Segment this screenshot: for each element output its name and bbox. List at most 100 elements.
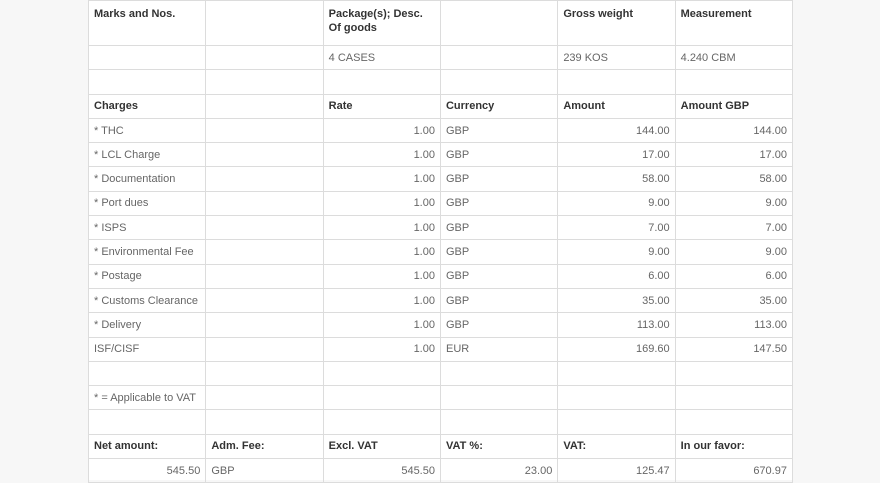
charge-amount: 9.00 (557, 239, 676, 265)
currency-header: Currency (439, 93, 559, 119)
charge-name: * THC (87, 117, 207, 144)
charge-amount: 6.00 (557, 263, 676, 289)
in-our-favor-value: 670.97 (674, 458, 793, 483)
empty-cell (205, 117, 324, 144)
charge-currency: GBP (439, 312, 559, 338)
charge-currency: GBP (439, 190, 559, 217)
measurement-header: Measurement (674, 0, 793, 46)
charge-rate: 1.00 (322, 263, 441, 289)
amount-gbp-header: Amount GBP (674, 93, 793, 119)
invoice-sheet: Marks and Nos. Package(s); Desc. Of good… (87, 0, 793, 483)
charge-name: * ISPS (87, 215, 207, 241)
vat-pct-header: VAT %: (439, 433, 559, 460)
measurement-value: 4.240 CBM (674, 44, 793, 71)
charge-name: * Documentation (87, 166, 207, 192)
empty-cell (205, 287, 324, 314)
charge-currency: GBP (439, 166, 559, 192)
empty-cell (205, 215, 324, 241)
table-row: * LCL Charge 1.00 GBP 17.00 17.00 (87, 142, 793, 168)
empty-cell (322, 360, 441, 387)
table-row: * Delivery 1.00 GBP 113.00 113.00 (87, 312, 793, 338)
empty-cell (674, 360, 793, 387)
charge-rate: 1.00 (322, 287, 441, 314)
spacer-row (87, 360, 793, 387)
empty-cell (439, 0, 559, 46)
empty-cell (439, 69, 559, 95)
rate-header: Rate (322, 93, 441, 119)
table-row: * Documentation 1.00 GBP 58.00 58.00 (87, 166, 793, 192)
empty-cell (205, 93, 324, 119)
table-row: * THC 1.00 GBP 144.00 144.00 (87, 117, 793, 144)
charge-amount-gbp: 9.00 (674, 190, 793, 217)
vat-note-row: * = Applicable to VAT (87, 385, 793, 411)
charge-amount: 144.00 (557, 117, 676, 144)
empty-cell (205, 190, 324, 217)
charge-currency: GBP (439, 239, 559, 265)
in-our-favor-header: In our favor: (674, 433, 793, 460)
packages-header: Package(s); Desc. Of goods (322, 0, 441, 46)
empty-cell (205, 336, 324, 362)
empty-cell (557, 409, 676, 435)
table-row: * ISPS 1.00 GBP 7.00 7.00 (87, 215, 793, 241)
empty-cell (439, 44, 559, 71)
empty-cell (205, 312, 324, 338)
charge-currency: GBP (439, 117, 559, 144)
charge-amount-gbp: 58.00 (674, 166, 793, 192)
empty-cell (205, 360, 324, 387)
charge-currency: GBP (439, 142, 559, 168)
empty-cell (87, 69, 207, 95)
gross-weight-header: Gross weight (557, 0, 676, 46)
charge-amount-gbp: 17.00 (674, 142, 793, 168)
charge-amount-gbp: 147.50 (674, 336, 793, 362)
charge-name: * Port dues (87, 190, 207, 217)
empty-cell (205, 385, 324, 411)
charge-amount-gbp: 9.00 (674, 239, 793, 265)
adm-fee-header: Adm. Fee: (205, 433, 324, 460)
charge-rate: 1.00 (322, 190, 441, 217)
net-amount-value: 545.50 (87, 458, 207, 483)
empty-cell (205, 166, 324, 192)
empty-cell (557, 385, 676, 411)
marks-header: Marks and Nos. (87, 0, 207, 46)
excl-vat-value: 545.50 (322, 458, 441, 483)
charge-name: * Delivery (87, 312, 207, 338)
empty-cell (674, 385, 793, 411)
packages-value: 4 CASES (322, 44, 441, 71)
vat-pct-value: 23.00 (439, 458, 559, 483)
vat-header: VAT: (557, 433, 676, 460)
amount-header: Amount (557, 93, 676, 119)
empty-cell (674, 69, 793, 95)
charge-amount-gbp: 35.00 (674, 287, 793, 314)
empty-cell (439, 409, 559, 435)
invoice-table-body: Marks and Nos. Package(s); Desc. Of good… (87, 0, 793, 483)
charge-name: * Customs Clearance (87, 287, 207, 314)
charge-amount: 35.00 (557, 287, 676, 314)
empty-cell (439, 385, 559, 411)
empty-cell (205, 142, 324, 168)
empty-cell (205, 263, 324, 289)
charge-name: * Postage (87, 263, 207, 289)
charge-rate: 1.00 (322, 117, 441, 144)
charge-amount: 169.60 (557, 336, 676, 362)
empty-cell (322, 385, 441, 411)
empty-cell (557, 360, 676, 387)
empty-cell (557, 69, 676, 95)
table-row: * Environmental Fee 1.00 GBP 9.00 9.00 (87, 239, 793, 265)
charge-rate: 1.00 (322, 336, 441, 362)
charge-currency: EUR (439, 336, 559, 362)
totals-header-row: Net amount: Adm. Fee: Excl. VAT VAT %: VAT: I… (87, 433, 793, 460)
vat-value: 125.47 (557, 458, 676, 483)
charge-rate: 1.00 (322, 142, 441, 168)
empty-cell (322, 409, 441, 435)
charge-amount-gbp: 144.00 (674, 117, 793, 144)
charges-header-row: Charges Rate Currency Amount Amount GBP (87, 93, 793, 119)
totals-row: 545.50 GBP 545.50 23.00 125.47 670.97 (87, 458, 793, 483)
marks-value (87, 44, 207, 71)
adm-fee-value: GBP (205, 458, 324, 483)
charge-amount: 7.00 (557, 215, 676, 241)
empty-cell (87, 409, 207, 435)
charge-amount-gbp: 6.00 (674, 263, 793, 289)
empty-cell (322, 69, 441, 95)
empty-cell (205, 239, 324, 265)
table-row: * Postage 1.00 GBP 6.00 6.00 (87, 263, 793, 289)
